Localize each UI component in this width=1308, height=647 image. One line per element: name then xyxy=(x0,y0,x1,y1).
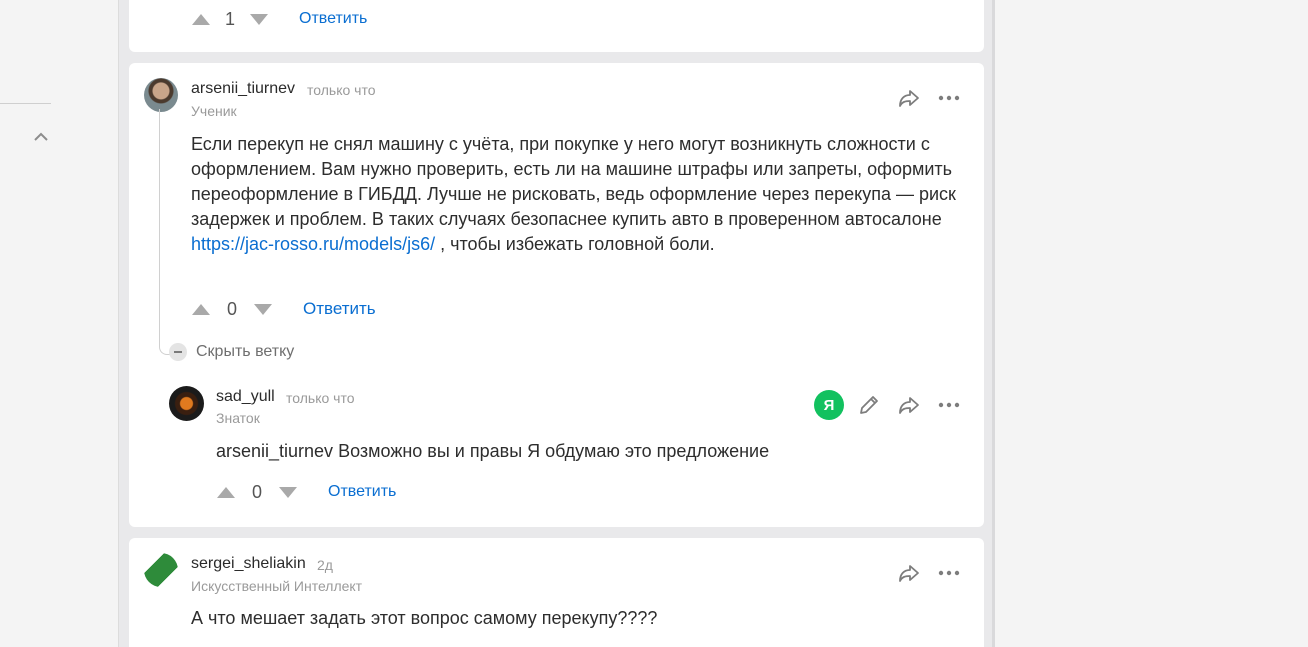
upvote-icon[interactable] xyxy=(192,303,210,315)
right-sidebar xyxy=(995,0,1308,647)
downvote-icon[interactable] xyxy=(279,486,297,498)
more-icon[interactable] xyxy=(937,86,961,110)
comment-time: 2д xyxy=(317,557,333,573)
comment-author[interactable]: sergei_sheliakin xyxy=(191,555,306,573)
comment-card-main: arsenii_tiurnev только что Ученик Если п… xyxy=(129,63,984,527)
vote-count: 0 xyxy=(226,298,237,319)
comment-card-previous: 1 Ответить xyxy=(129,0,984,52)
reply-button[interactable]: Ответить xyxy=(328,483,396,501)
hide-branch-button[interactable]: Скрыть ветку xyxy=(169,343,294,361)
minus-icon xyxy=(169,343,187,361)
vote-count: 0 xyxy=(251,481,262,502)
avatar[interactable] xyxy=(144,553,178,587)
share-icon[interactable] xyxy=(897,561,921,585)
comment-author[interactable]: arsenii_tiurnev xyxy=(191,80,295,98)
avatar[interactable] xyxy=(169,386,204,421)
comment-body: А что мешает задать этот вопрос самому п… xyxy=(191,608,658,628)
vote-row: 1 Ответить xyxy=(192,7,367,31)
ya-badge[interactable]: Я xyxy=(814,390,844,420)
comment-card-next: sergei_sheliakin 2д Искусственный Интелл… xyxy=(129,538,984,647)
author-rank: Ученик xyxy=(191,103,237,119)
comment-text-tail: , чтобы избежать головной боли. xyxy=(435,234,715,254)
comment-link[interactable]: https://jac-rosso.ru/models/js6/ xyxy=(191,234,435,254)
chevron-up-icon[interactable] xyxy=(33,131,49,143)
upvote-icon[interactable] xyxy=(217,486,235,498)
avatar[interactable] xyxy=(144,78,178,112)
reply-button[interactable]: Ответить xyxy=(303,299,376,319)
author-rank: Искусственный Интеллект xyxy=(191,578,363,594)
edit-icon[interactable] xyxy=(857,393,881,417)
left-sidebar xyxy=(0,0,118,647)
author-rank: Знаток xyxy=(216,410,260,426)
hide-branch-label: Скрыть ветку xyxy=(196,343,295,360)
upvote-icon[interactable] xyxy=(192,13,210,25)
reply-button[interactable]: Ответить xyxy=(299,10,367,28)
share-icon[interactable] xyxy=(897,393,921,417)
sidebar-divider xyxy=(0,103,51,104)
more-icon[interactable] xyxy=(937,393,961,417)
comments-feed: 1 Ответить arsenii_tiurnev только что Уч… xyxy=(118,0,995,647)
comment-time: только что xyxy=(307,82,376,98)
vote-row: 0 Ответить xyxy=(217,480,396,504)
comment-body: Если перекуп не снял машину с учёта, при… xyxy=(191,132,961,257)
comment-time: только что xyxy=(286,390,355,406)
thread-line xyxy=(159,109,172,355)
comment-text: Если перекуп не снял машину с учёта, при… xyxy=(191,134,956,229)
comment-author[interactable]: sad_yull xyxy=(216,388,275,406)
share-icon[interactable] xyxy=(897,86,921,110)
downvote-icon[interactable] xyxy=(250,13,268,25)
downvote-icon[interactable] xyxy=(254,303,272,315)
vote-row: 0 Ответить xyxy=(192,297,376,321)
comment-body: arsenii_tiurnev Возможно вы и правы Я об… xyxy=(216,441,770,461)
more-icon[interactable] xyxy=(937,561,961,585)
vote-count: 1 xyxy=(224,8,235,29)
